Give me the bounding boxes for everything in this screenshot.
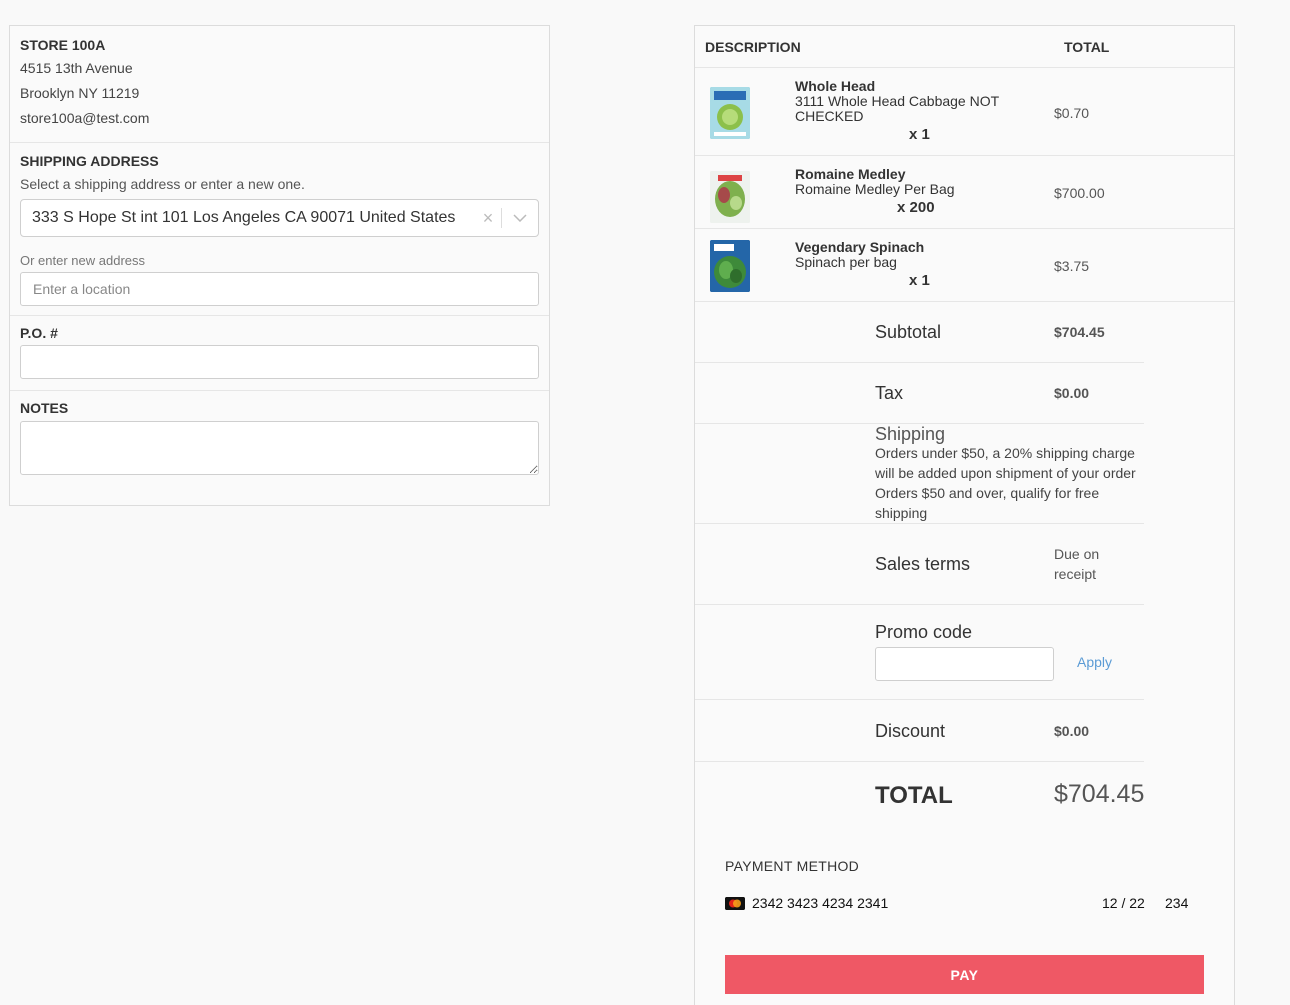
store-street: 4515 13th Avenue [20,60,133,76]
romaine-product-image [710,171,750,223]
order-item-row: Romaine Medley Romaine Medley Per Bag x … [695,156,1234,229]
shipping-label: Shipping [875,424,946,444]
item-price: $3.75 [1054,258,1090,274]
apply-promo-button[interactable]: Apply [1077,654,1112,670]
item-price: $700.00 [1054,185,1105,201]
item-quantity: x 1 [909,126,930,143]
tax-value: $0.00 [1054,385,1090,401]
item-quantity: x 1 [909,272,930,289]
description-header: DESCRIPTION [705,39,801,55]
promo-code-label: Promo code [875,622,973,642]
discount-label: Discount [875,721,946,741]
payment-method-title: PAYMENT METHOD [725,858,860,874]
discount-value: $0.00 [1054,723,1090,739]
checkout-details-panel: STORE 100A 4515 13th Avenue Brooklyn NY … [9,25,550,506]
spinach-product-image [710,240,750,292]
notes-textarea[interactable] [20,421,539,475]
cabbage-product-image [710,87,750,139]
po-number-input[interactable] [20,345,539,379]
item-description: 3111 Whole Head Cabbage NOT CHECKED [795,93,999,124]
tax-label: Tax [875,383,904,403]
order-summary-panel: DESCRIPTION TOTAL Whole Head 3111 Whole … [694,25,1235,1005]
store-name: STORE 100A [20,37,106,53]
store-info: STORE 100A 4515 13th Avenue Brooklyn NY … [10,26,549,143]
card-cvc-field[interactable]: 234 [1165,895,1188,911]
card-expiry-field[interactable]: 12 / 22 [1102,895,1145,911]
card-number-field[interactable]: 2342 3423 4234 2341 [752,895,888,911]
shipping-address-section: SHIPPING ADDRESS Select a shipping addre… [10,143,549,316]
shipping-address-title: SHIPPING ADDRESS [20,153,159,169]
grand-total-row: TOTAL $704.45 [695,762,1144,832]
grand-total-value: $704.45 [1054,780,1145,808]
pay-button[interactable]: PAY [725,955,1204,994]
total-header: TOTAL [1064,39,1110,55]
order-table-header: DESCRIPTION TOTAL [695,26,1234,68]
notes-section: NOTES [10,391,549,475]
store-email: store100a@test.com [20,110,150,126]
shipping-address-helper: Select a shipping address or enter a new… [20,176,305,192]
subtotal-label: Subtotal [875,322,942,342]
po-section: P.O. # [10,316,549,391]
item-description: Spinach per bag [795,254,897,270]
subtotal-value: $704.45 [1054,324,1105,340]
promo-code-input[interactable] [875,647,1054,681]
item-quantity: x 200 [897,199,935,216]
promo-code-row: Promo code Apply [695,605,1144,700]
shipping-row: Shipping Orders under $50, a 20% shippin… [695,424,1144,524]
item-title: Whole Head [795,78,876,94]
sales-terms-label: Sales terms [875,554,971,574]
clear-icon[interactable]: × [475,208,501,229]
new-address-input[interactable] [20,272,539,306]
store-city: Brooklyn NY 11219 [20,85,140,101]
item-title: Vegendary Spinach [795,239,925,255]
po-title: P.O. # [20,325,58,341]
item-price: $0.70 [1054,105,1090,121]
shipping-address-select[interactable]: 333 S Hope St int 101 Los Angeles CA 900… [20,199,539,237]
selected-address: 333 S Hope St int 101 Los Angeles CA 900… [32,209,456,226]
grand-total-label: TOTAL [875,782,953,809]
order-item-row: Vegendary Spinach Spinach per bag x 1 $3… [695,229,1234,302]
sales-terms-row: Sales terms Due on receipt [695,524,1144,605]
shipping-note: Orders under $50, a 20% shipping charge … [875,445,1136,521]
mastercard-icon [725,897,745,910]
item-description: Romaine Medley Per Bag [795,181,955,197]
sales-terms-value: Due on receipt [1054,546,1100,582]
chevron-down-icon[interactable] [502,214,538,222]
discount-row: Discount $0.00 [695,700,1144,762]
tax-row: Tax $0.00 [695,363,1144,424]
subtotal-row: Subtotal $704.45 [695,302,1144,363]
order-item-row: Whole Head 3111 Whole Head Cabbage NOT C… [695,68,1234,156]
item-title: Romaine Medley [795,166,906,182]
new-address-label: Or enter new address [20,253,146,268]
notes-title: NOTES [20,400,69,416]
